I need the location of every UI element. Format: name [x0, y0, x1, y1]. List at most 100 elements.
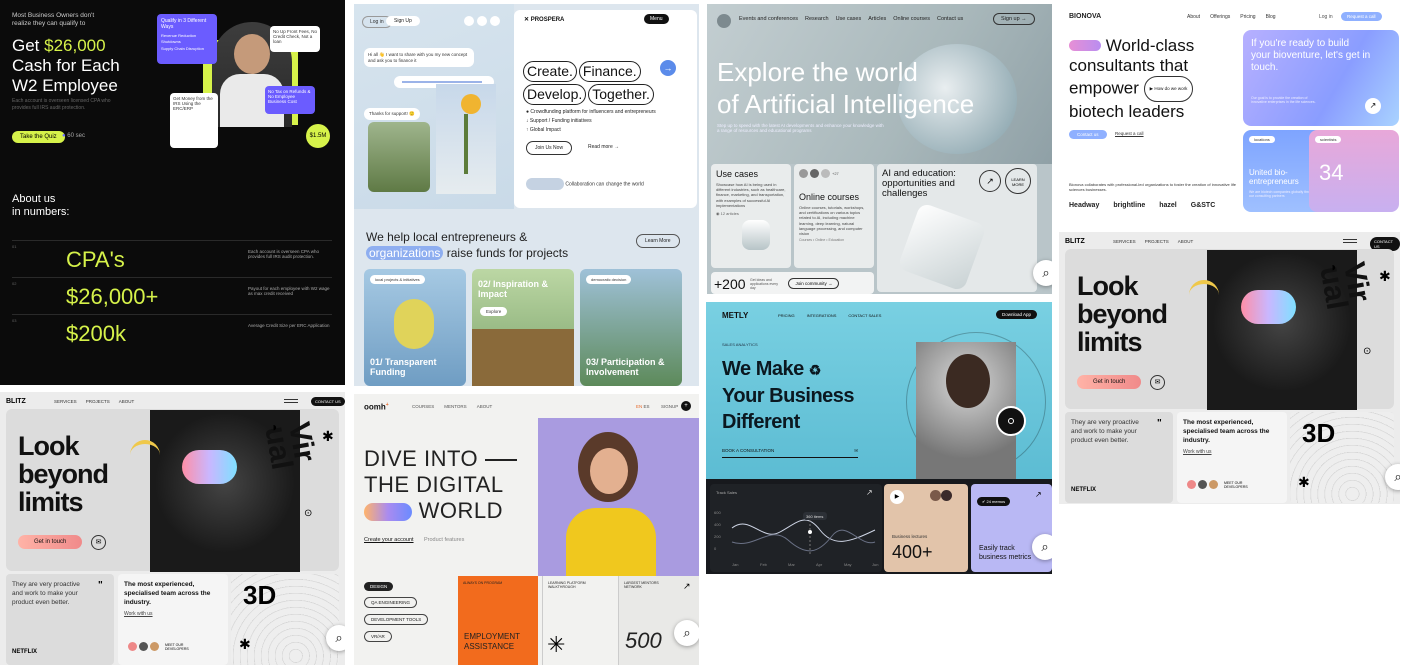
brand-logo[interactable]: oomh+	[364, 402, 389, 412]
take-quiz-button[interactable]: Take the Quiz	[12, 131, 65, 143]
signup-button[interactable]: Sign up →	[993, 13, 1035, 25]
book-consultation-link[interactable]: BOOK A CONSULTATION ✉	[722, 448, 858, 458]
nav-item[interactable]: PROJECTS	[1145, 239, 1169, 244]
menu-icon[interactable]	[284, 399, 298, 403]
logo-icon[interactable]	[717, 14, 731, 28]
lang-es[interactable]: ES	[644, 404, 650, 409]
plus-icon[interactable]: +	[681, 401, 691, 411]
arrow-up-right-icon[interactable]: ↗	[1365, 98, 1381, 114]
tile-oomh-learning[interactable]: oomh+ COURSES MENTORS ABOUT EN ES SIGNUP +…	[354, 394, 699, 665]
tag-chip[interactable]: DEVELOPMENT TOOLS	[364, 614, 429, 625]
join-button[interactable]: Join Us Now	[526, 141, 573, 155]
tile-blitz-left[interactable]: BLITZ SERVICES PROJECTS ABOUT CONTACT US V…	[0, 392, 345, 665]
nav-item[interactable]: SERVICES	[1113, 239, 1136, 244]
thanks-bubble: Thanks for support! 🙂	[364, 108, 420, 120]
how-we-work-button[interactable]: ▶ How do we work	[1143, 76, 1194, 102]
lang-switch[interactable]: EN ES	[636, 404, 650, 409]
request-call-link[interactable]: Request a call	[1115, 131, 1144, 136]
lectures-card[interactable]: ▶ Business lectures 400+	[884, 484, 968, 572]
use-cases-card[interactable]: Use cases Showcase how AI is being used …	[711, 164, 791, 268]
learn-more-button[interactable]: Learn More	[636, 234, 680, 248]
tile-metly-analytics[interactable]: METLY PRICING INTEGRATIONS CONTACT SALES D…	[706, 302, 1052, 574]
tag-chip[interactable]: QA ENGINEERING	[364, 597, 418, 608]
brand-logo[interactable]: BLITZ	[1065, 238, 1085, 245]
signup-link[interactable]: SIGNUP	[661, 404, 678, 409]
nav-item[interactable]: Pricing	[1240, 14, 1255, 20]
arrow-up-right-icon[interactable]: ↗	[1035, 490, 1042, 499]
nav-item[interactable]: COURSES	[412, 404, 434, 409]
visual-search-icon[interactable]: ⌕	[674, 620, 699, 646]
nav-item[interactable]: Use cases	[836, 16, 862, 22]
contact-button[interactable]: Contact us	[1069, 130, 1107, 139]
login-link[interactable]: Log in	[1319, 14, 1333, 20]
brand-logo[interactable]: METLY	[722, 311, 748, 320]
get-in-touch-button[interactable]: Get in touch	[18, 535, 83, 549]
tile-ai-education[interactable]: Events and conferences Research Use cases A…	[707, 4, 1052, 294]
visual-search-icon[interactable]: ⌕	[326, 625, 345, 651]
request-call-button[interactable]: Request a call	[1341, 12, 1382, 21]
product-features-link[interactable]: Product features	[424, 537, 464, 543]
create-account-link[interactable]: Create your account	[364, 537, 414, 543]
tag-chip[interactable]: VR/AR	[364, 631, 392, 642]
headline-word: Create.	[523, 61, 577, 82]
play-icon[interactable]: ▶	[890, 490, 904, 504]
social-icon[interactable]	[477, 16, 487, 26]
nav-item[interactable]: INTEGRATIONS	[807, 313, 837, 318]
nav-item[interactable]: ABOUT	[119, 399, 135, 404]
online-courses-card[interactable]: +27 Online courses Online courses, tutor…	[794, 164, 874, 268]
nav-item[interactable]: Offerings	[1210, 14, 1230, 20]
employment-card[interactable]: ALWAYS ON PROGRAM EMPLOYMENT ASSISTANCE	[458, 576, 538, 665]
arrow-up-right-icon[interactable]: ↗	[979, 170, 1001, 192]
nav-item[interactable]: ABOUT	[477, 404, 493, 409]
cta-card[interactable]: If you're ready to build your bioventure…	[1243, 30, 1399, 126]
project-card-1[interactable]: local projects & initiatives 01/ Transpa…	[364, 269, 466, 386]
tile-prospera-crowdfunding[interactable]: Log in Sign Up Hi all 👋 I want to share …	[354, 4, 699, 386]
work-with-us-link[interactable]: Work with us	[1183, 449, 1281, 455]
social-icon[interactable]	[464, 16, 474, 26]
nav-item[interactable]: Research	[805, 16, 829, 22]
visual-search-icon[interactable]: ⌕	[1033, 260, 1052, 286]
walkthrough-card[interactable]: LEARNING PLATFORM WALKTHROUGH ✳	[542, 576, 618, 665]
download-app-button[interactable]: Download App	[996, 310, 1038, 319]
tag-chip[interactable]: DESIGN	[364, 582, 394, 591]
mail-icon[interactable]: ✉	[1150, 375, 1165, 390]
join-community-button[interactable]: Join community →	[788, 278, 840, 290]
menu-icon[interactable]	[1343, 239, 1357, 243]
nav-item[interactable]: Articles	[868, 16, 886, 22]
tile-tax-credit-landing[interactable]: Most Business Owners don't realize they …	[0, 0, 345, 385]
lang-en[interactable]: EN	[636, 404, 642, 409]
tile-bionova[interactable]: BIONOVA About Offerings Pricing Blog Log in…	[1059, 4, 1400, 226]
mail-icon[interactable]: ✉	[91, 535, 106, 550]
visual-search-icon[interactable]: ⌕	[1032, 534, 1052, 560]
brand-logo[interactable]: BLITZ	[6, 398, 26, 405]
work-with-us-link[interactable]: Work with us	[124, 611, 222, 617]
menu-button[interactable]: Menu	[644, 14, 669, 24]
nav-item[interactable]: Online courses	[893, 16, 930, 22]
nav-item[interactable]: Contact us	[937, 16, 963, 22]
nav-item[interactable]: Blog	[1266, 14, 1276, 20]
read-more-link[interactable]: Read more →	[588, 144, 619, 150]
nav-item[interactable]: SERVICES	[54, 399, 77, 404]
nav-item[interactable]: Events and conferences	[739, 16, 798, 22]
play-badge[interactable]	[996, 406, 1026, 436]
nav-item[interactable]: CONTACT SALES	[848, 313, 881, 318]
tile-blitz-right[interactable]: BLITZ SERVICES PROJECTS ABOUT CONTACT US V…	[1059, 232, 1400, 504]
arrow-right-icon[interactable]: →	[660, 60, 676, 76]
explore-button[interactable]: Explore	[480, 307, 508, 316]
scientists-card[interactable]: scientists 34	[1309, 130, 1399, 212]
project-card-3[interactable]: democratic decision 03/ Participation & …	[580, 269, 682, 386]
contact-button[interactable]: CONTACT US	[311, 397, 345, 406]
learn-more-button[interactable]: LEARN MORE	[1005, 168, 1031, 194]
nav-item[interactable]: PRICING	[778, 313, 795, 318]
project-card-2[interactable]: 02/ Inspiration & Impact Explore	[472, 269, 574, 386]
get-in-touch-button[interactable]: Get in touch	[1077, 375, 1142, 389]
nav-item[interactable]: MENTORS	[444, 404, 466, 409]
nav-item[interactable]: About	[1187, 14, 1200, 20]
ai-education-card[interactable]: AI and education: opportunities and chal…	[877, 164, 1037, 292]
brand-logo[interactable]: BIONOVA	[1069, 13, 1101, 20]
social-icon[interactable]	[490, 16, 500, 26]
nav-item[interactable]: PROJECTS	[86, 399, 110, 404]
signup-button[interactable]: Sign Up	[386, 16, 420, 26]
nav-item[interactable]: ABOUT	[1178, 239, 1194, 244]
arrow-up-right-icon[interactable]: ↗	[683, 581, 691, 592]
